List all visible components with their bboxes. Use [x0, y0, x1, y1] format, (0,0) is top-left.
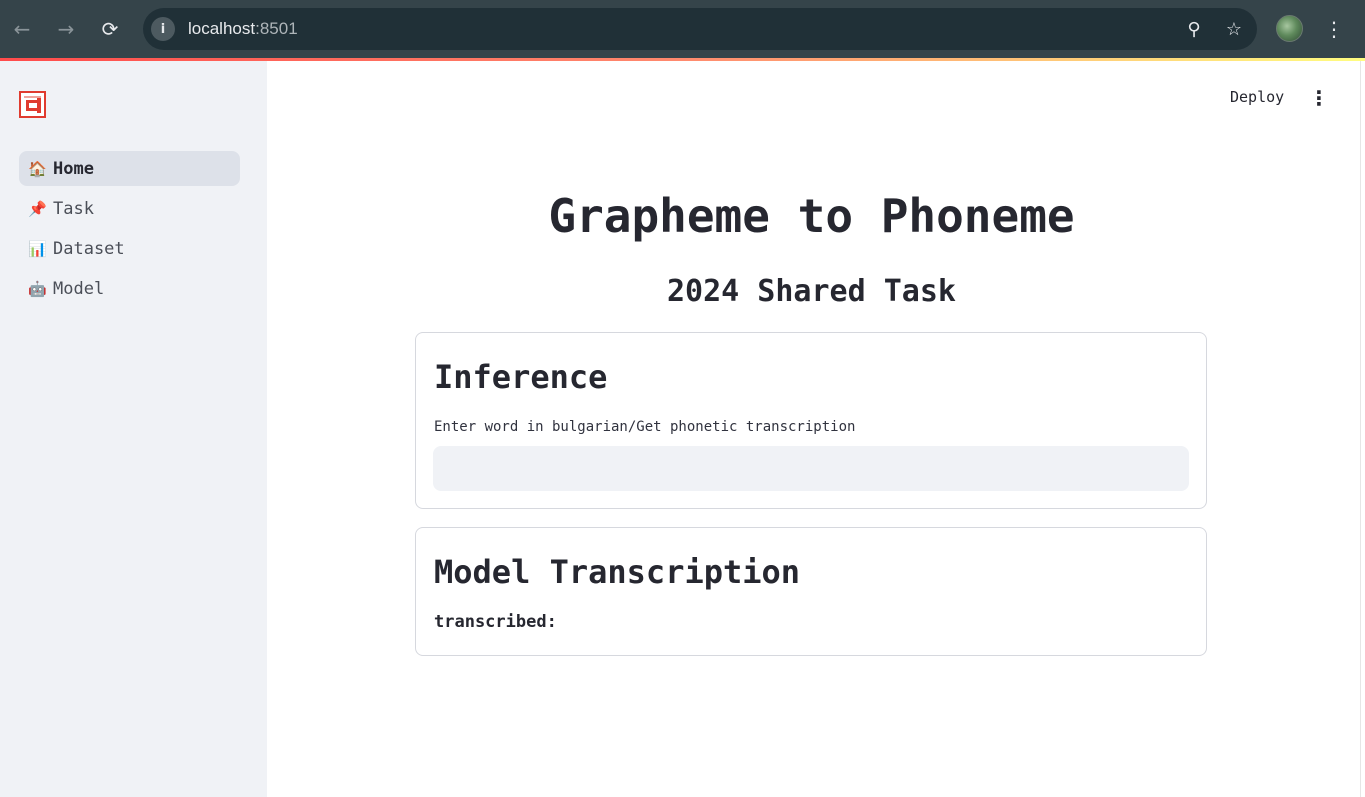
word-input[interactable]: [433, 446, 1189, 491]
inference-card: Inference Enter word in bulgarian/Get ph…: [415, 332, 1207, 509]
url-port: :8501: [255, 19, 298, 38]
sidebar-item-label: Model: [53, 278, 105, 299]
transcribed-label: transcribed:: [434, 612, 557, 632]
zoom-icon[interactable]: ⚲: [1183, 19, 1205, 40]
sidebar-nav: 🏠 Home 📌 Task 📊 Dataset 🤖 Model: [19, 151, 240, 311]
bookmark-star-icon[interactable]: ☆: [1223, 19, 1245, 40]
address-bar[interactable]: i localhost:8501 ⚲ ☆: [143, 8, 1257, 50]
browser-menu-icon[interactable]: ⋮: [1322, 14, 1346, 44]
inference-heading: Inference: [434, 358, 608, 396]
main-menu-icon[interactable]: ⋮: [1308, 83, 1330, 113]
sidebar-item-label: Home: [53, 158, 94, 179]
sidebar-item-home[interactable]: 🏠 Home: [19, 151, 240, 186]
main-content: Deploy ⋮ Grapheme to Phoneme 2024 Shared…: [267, 61, 1360, 797]
sidebar-item-dataset[interactable]: 📊 Dataset: [19, 231, 240, 266]
sidebar-item-task[interactable]: 📌 Task: [19, 191, 240, 226]
profile-avatar[interactable]: [1276, 15, 1303, 42]
sidebar: 🏠 Home 📌 Task 📊 Dataset 🤖 Model: [0, 61, 267, 797]
deploy-button[interactable]: Deploy: [1230, 88, 1284, 106]
app-logo-icon[interactable]: [19, 91, 46, 118]
url-text[interactable]: localhost:8501: [188, 19, 298, 39]
forward-icon[interactable]: →: [44, 0, 88, 58]
pushpin-icon: 📌: [28, 199, 47, 218]
reload-icon[interactable]: ⟳: [88, 0, 132, 58]
word-input-label: Enter word in bulgarian/Get phonetic tra…: [434, 419, 856, 435]
page-subtitle: 2024 Shared Task: [667, 274, 956, 309]
url-host: localhost: [188, 19, 256, 38]
sidebar-item-label: Task: [53, 198, 94, 219]
bar-chart-icon: 📊: [28, 239, 47, 258]
robot-icon: 🤖: [28, 279, 47, 298]
transcription-heading: Model Transcription: [434, 553, 801, 591]
site-info-icon[interactable]: i: [151, 17, 175, 41]
house-icon: 🏠: [28, 159, 47, 178]
back-icon[interactable]: ←: [0, 0, 44, 58]
transcription-card: Model Transcription transcribed:: [415, 527, 1207, 656]
sidebar-item-label: Dataset: [53, 238, 125, 259]
scrollbar[interactable]: [1360, 61, 1365, 797]
browser-toolbar: ← → ⟳ i localhost:8501 ⚲ ☆ ⋮: [0, 0, 1365, 58]
sidebar-item-model[interactable]: 🤖 Model: [19, 271, 240, 306]
page-title: Grapheme to Phoneme: [548, 189, 1075, 243]
transcribed-label-text: transcribed:: [434, 612, 557, 632]
